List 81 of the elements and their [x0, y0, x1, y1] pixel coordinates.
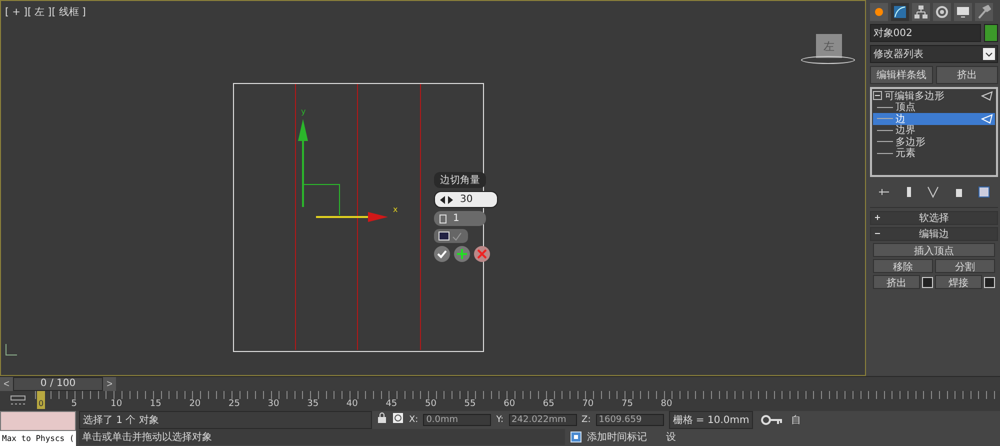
frame-number: 70 — [582, 399, 594, 409]
curve-icon[interactable] — [891, 3, 910, 21]
stack-subobject-item[interactable]: 顶点 — [873, 102, 995, 113]
stack-subobject-item[interactable]: 边界 — [873, 124, 995, 136]
object-color-swatch[interactable] — [984, 24, 998, 42]
hammer-icon[interactable] — [975, 3, 994, 21]
coordinate-label: Y: — [496, 414, 504, 424]
previous-frame-button[interactable]: < — [0, 377, 13, 391]
monitor-icon[interactable] — [954, 3, 972, 21]
motion-icon[interactable] — [933, 3, 952, 21]
frame-number: 80 — [660, 399, 672, 409]
frame-number: 20 — [189, 399, 201, 409]
tool-button[interactable]: 插入顶点 — [873, 243, 995, 257]
script-listener-field[interactable] — [0, 411, 76, 431]
frame-number: 25 — [228, 399, 240, 409]
apply-button[interactable] — [454, 246, 470, 262]
frame-number: 75 — [622, 399, 633, 409]
stack-subobject-item[interactable]: 元素 — [873, 148, 995, 159]
prompt-text: 单击或单击并拖动以选择对象 — [79, 428, 565, 444]
axis-tripod-icon — [4, 343, 18, 357]
frame-number: 65 — [542, 399, 554, 409]
tool-button[interactable]: 分割 — [935, 259, 995, 273]
tool-button[interactable]: 移除 — [873, 259, 934, 273]
grid-size-field: 栅格 = 10.0mm — [668, 410, 754, 428]
plus-icon — [457, 249, 467, 259]
ok-button[interactable] — [434, 246, 450, 262]
time-tag-icon[interactable] — [570, 430, 582, 442]
frame-counter: 0 / 100 — [13, 377, 103, 391]
viewcube-ring[interactable] — [801, 56, 855, 64]
frame-number: 30 — [268, 399, 280, 409]
modifier-list-dropdown[interactable]: 修改器列表 — [870, 45, 998, 63]
modifier-button[interactable]: 挤出 — [936, 66, 998, 84]
frame-number: 55 — [464, 399, 476, 409]
tool-button[interactable]: 焊接 — [935, 275, 982, 289]
object-name-field[interactable]: 对象002 — [870, 24, 981, 42]
coordinate-field[interactable]: 242.022mm — [508, 414, 577, 426]
y-axis-arrow[interactable] — [298, 119, 308, 207]
chamfer-amount-spinner[interactable]: 30 — [434, 191, 498, 208]
stack-item[interactable]: 可编辑多边形 — [873, 90, 995, 102]
time-slider-thumb[interactable]: < 0 / 100 > — [0, 377, 116, 391]
frame-number: 45 — [386, 399, 398, 409]
plane-handle[interactable] — [304, 184, 340, 215]
collapse-icon[interactable] — [873, 91, 882, 100]
stack-subobject-item[interactable]: 多边形 — [873, 136, 995, 148]
y-axis-label: y — [301, 107, 306, 116]
cancel-button[interactable] — [474, 246, 490, 262]
frame-number: 50 — [425, 399, 436, 409]
caddy-title: 边切角量 — [434, 172, 486, 188]
set-key-button[interactable]: 设 — [666, 430, 676, 444]
x-axis-arrow[interactable] — [316, 211, 388, 223]
frame-number: 60 — [504, 399, 516, 409]
coordinate-label: X: — [409, 414, 418, 424]
add-time-tag-label[interactable]: 添加时间标记 — [587, 430, 661, 444]
auto-key-button[interactable]: 自 — [791, 412, 802, 426]
frame-number: 5 — [71, 399, 78, 409]
close-icon — [477, 249, 487, 259]
settings-button[interactable] — [984, 276, 995, 288]
rollout-header[interactable]: 软选择 — [870, 211, 998, 225]
coordinate-field[interactable]: 0.0mm — [423, 414, 492, 426]
x-axis-label: x — [393, 205, 398, 214]
sun-icon[interactable] — [870, 3, 888, 21]
frame-icon — [438, 231, 450, 241]
frame-number: 40 — [346, 399, 358, 409]
settings-button[interactable] — [922, 276, 934, 288]
hierarchy-icon[interactable] — [912, 3, 930, 21]
rollout-header[interactable]: 编辑边 — [870, 227, 998, 241]
script-output[interactable]: Max to Physcs ( — [0, 431, 76, 446]
tool-button[interactable]: 挤出 — [873, 275, 920, 289]
frame-number: 10 — [110, 399, 122, 409]
coordinate-field[interactable]: 1609.659 — [596, 414, 664, 426]
viewport-label[interactable]: [ + ][ 左 ][ 线框 ] — [5, 5, 86, 19]
segments-spinner[interactable]: 1 — [434, 211, 486, 226]
stack-subobject-item[interactable]: 边 — [873, 113, 995, 124]
frame-number: 15 — [150, 399, 162, 409]
open-chamfer-toggle[interactable] — [434, 229, 468, 243]
modifier-button[interactable]: 编辑样条线 — [870, 66, 933, 84]
next-frame-button[interactable]: > — [103, 377, 116, 391]
coordinate-label: Z: — [582, 414, 591, 424]
current-frame-handle[interactable]: 0 — [37, 391, 45, 409]
frame-number: 35 — [307, 399, 319, 409]
selection-status: 选择了 1 个 对象 — [79, 410, 372, 428]
